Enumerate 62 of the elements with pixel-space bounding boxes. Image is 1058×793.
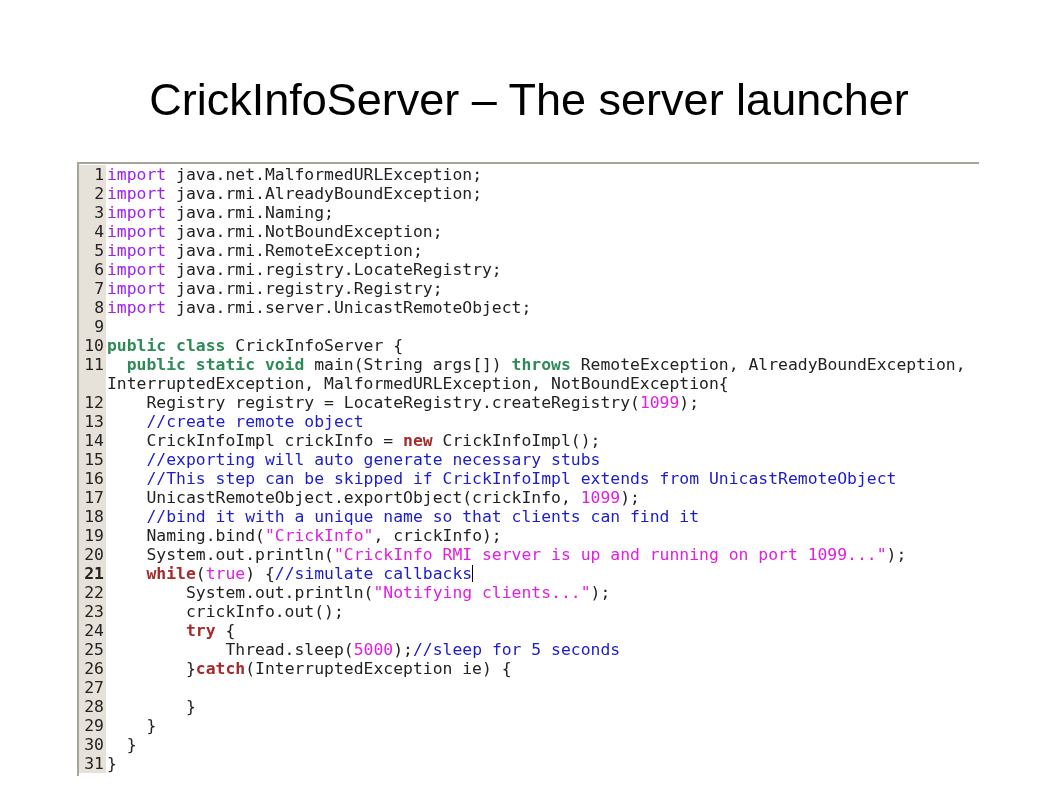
- code-line: import java.rmi.NotBoundException;: [107, 222, 443, 241]
- line-number: 1: [79, 165, 106, 184]
- line-number: 27: [79, 678, 106, 697]
- line-number: 4: [79, 222, 106, 241]
- code-line: try {: [184, 621, 236, 640]
- code-line: //bind it with a unique name so that clients can find it: [145, 507, 700, 526]
- line-number: 14: [79, 431, 106, 450]
- line-number: 24: [79, 621, 106, 640]
- line-number: 16: [79, 469, 106, 488]
- code-line: //exporting will auto generate necessary stubs: [145, 450, 601, 469]
- code-line: CrickInfoImpl crickInfo = new CrickInfoImpl();: [145, 431, 601, 450]
- code-line: import java.net.MalformedURLException;: [107, 165, 482, 184]
- code-line: }catch(InterruptedException ie) {: [184, 659, 512, 678]
- slide-title: CrickInfoServer – The server launcher: [149, 73, 909, 127]
- code-line: public class CrickInfoServer {: [107, 336, 404, 355]
- code-line: import java.rmi.Naming;: [107, 203, 334, 222]
- code-line: System.out.println("Notifying clients...");: [184, 583, 611, 602]
- line-number: 18: [79, 507, 106, 526]
- line-number: 7: [79, 279, 106, 298]
- code-line: }: [184, 697, 196, 716]
- line-number: 19: [79, 526, 106, 545]
- line-number: 21: [79, 564, 106, 583]
- line-number: 28: [79, 697, 106, 716]
- code-line: import java.rmi.RemoteException;: [107, 241, 423, 260]
- code-line: }: [107, 754, 117, 773]
- line-number: 2: [79, 184, 106, 203]
- line-number: 8: [79, 298, 106, 317]
- line-number: 30: [79, 735, 106, 754]
- line-number: 25: [79, 640, 106, 659]
- code-line: public static void main(String args[]) throws RemoteException, AlreadyBoundException,: [125, 355, 966, 374]
- line-number: 23: [79, 602, 106, 621]
- code-line: //create remote object: [145, 412, 364, 431]
- code-line: InterruptedException, MalformedURLException, NotBoundException{: [107, 374, 729, 393]
- code-line: import java.rmi.AlreadyBoundException;: [107, 184, 482, 203]
- code-line: }: [125, 735, 137, 754]
- line-number: 5: [79, 241, 106, 260]
- line-number: 20: [79, 545, 106, 564]
- code-line: import java.rmi.registry.Registry;: [107, 279, 443, 298]
- code-line: import java.rmi.registry.LocateRegistry;: [107, 260, 502, 279]
- line-number: 6: [79, 260, 106, 279]
- code-line: while(true) {//simulate callbacks: [145, 564, 473, 583]
- code-line: UnicastRemoteObject.exportObject(crickInfo, 1099);: [145, 488, 640, 507]
- line-number: 13: [79, 412, 106, 431]
- code-line: Registry registry = LocateRegistry.createRegistry(1099);: [145, 393, 700, 412]
- code-line: System.out.println("CrickInfo RMI server is up and running on port 1099...");: [145, 545, 907, 564]
- line-number: 12: [79, 393, 106, 412]
- code-line: import java.rmi.server.UnicastRemoteObject;: [107, 298, 532, 317]
- line-number: 29: [79, 716, 106, 735]
- line-number: 10: [79, 336, 106, 355]
- line-number: 17: [79, 488, 106, 507]
- line-number: 22: [79, 583, 106, 602]
- code-line: Naming.bind("CrickInfo", crickInfo);: [145, 526, 502, 545]
- line-number: 9: [79, 317, 106, 336]
- line-number: 26: [79, 659, 106, 678]
- code-line: }: [145, 716, 157, 735]
- line-number: 11: [79, 355, 106, 374]
- line-number: 3: [79, 203, 106, 222]
- code-line: crickInfo.out();: [184, 602, 344, 621]
- code-line: //This step can be skipped if CrickInfoImpl extends from UnicastRemoteObject: [145, 469, 897, 488]
- line-number: 15: [79, 450, 106, 469]
- line-number: 31: [79, 754, 106, 773]
- code-line: Thread.sleep(5000);//sleep for 5 seconds: [224, 640, 621, 659]
